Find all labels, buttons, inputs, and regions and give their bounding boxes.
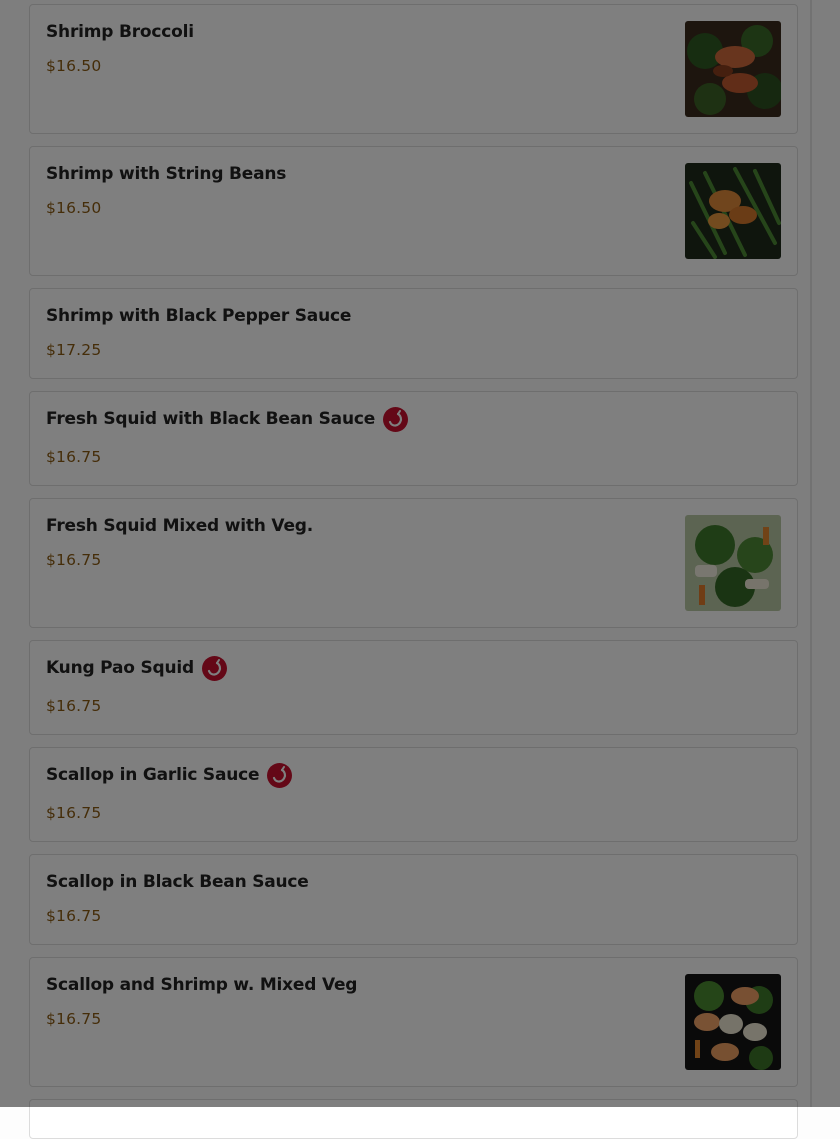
menu-item-price: $16.75: [46, 907, 102, 925]
menu-item-photo[interactable]: [685, 974, 781, 1070]
menu-item-card[interactable]: Shrimp Broccoli $16.50: [29, 4, 798, 134]
menu-item-card[interactable]: Fresh Squid Mixed with Veg. $16.75: [29, 498, 798, 628]
menu-item-card[interactable]: Scallop and Shrimp w. Mixed Veg $16.75: [29, 957, 798, 1087]
menu-item-price: $16.50: [46, 199, 102, 217]
menu-item-price: $17.25: [46, 341, 102, 359]
menu-item-card[interactable]: [29, 1099, 798, 1139]
menu-item-name: Fresh Squid Mixed with Veg.: [46, 516, 313, 536]
menu-item-card[interactable]: Scallop in Garlic Sauce $16.75: [29, 747, 798, 842]
menu-item-price: $16.75: [46, 551, 102, 569]
menu-item-card[interactable]: Fresh Squid with Black Bean Sauce $16.75: [29, 391, 798, 486]
menu-item-price: $16.75: [46, 448, 102, 466]
menu-item-price: $16.50: [46, 57, 102, 75]
menu-item-name: Scallop in Garlic Sauce: [46, 765, 260, 785]
menu-item-photo[interactable]: [685, 21, 781, 117]
menu-item-card[interactable]: Kung Pao Squid $16.75: [29, 640, 798, 735]
modal-edge-divider: [810, 0, 812, 1107]
menu-item-list: Shrimp Broccoli $16.50 Shrimp with Strin…: [0, 0, 840, 1139]
menu-item-photo[interactable]: [685, 163, 781, 259]
menu-item-name: Scallop and Shrimp w. Mixed Veg: [46, 975, 358, 995]
menu-item-name: Shrimp with Black Pepper Sauce: [46, 306, 352, 326]
spicy-pepper-icon: [267, 762, 293, 788]
menu-item-price: $16.75: [46, 804, 102, 822]
menu-item-card[interactable]: Scallop in Black Bean Sauce $16.75: [29, 854, 798, 945]
menu-item-photo[interactable]: [685, 515, 781, 611]
menu-item-price: $16.75: [46, 697, 102, 715]
menu-item-card[interactable]: Shrimp with String Beans $16.50: [29, 146, 798, 276]
menu-item-price: $16.75: [46, 1010, 102, 1028]
menu-item-name: Shrimp with String Beans: [46, 164, 287, 184]
menu-item-name: Shrimp Broccoli: [46, 22, 194, 42]
spicy-pepper-icon: [383, 406, 409, 432]
menu-item-name: Fresh Squid with Black Bean Sauce: [46, 409, 376, 429]
menu-item-card[interactable]: Shrimp with Black Pepper Sauce $17.25: [29, 288, 798, 379]
menu-item-name: Scallop in Black Bean Sauce: [46, 872, 309, 892]
spicy-pepper-icon: [201, 655, 227, 681]
menu-item-name: Kung Pao Squid: [46, 658, 194, 678]
